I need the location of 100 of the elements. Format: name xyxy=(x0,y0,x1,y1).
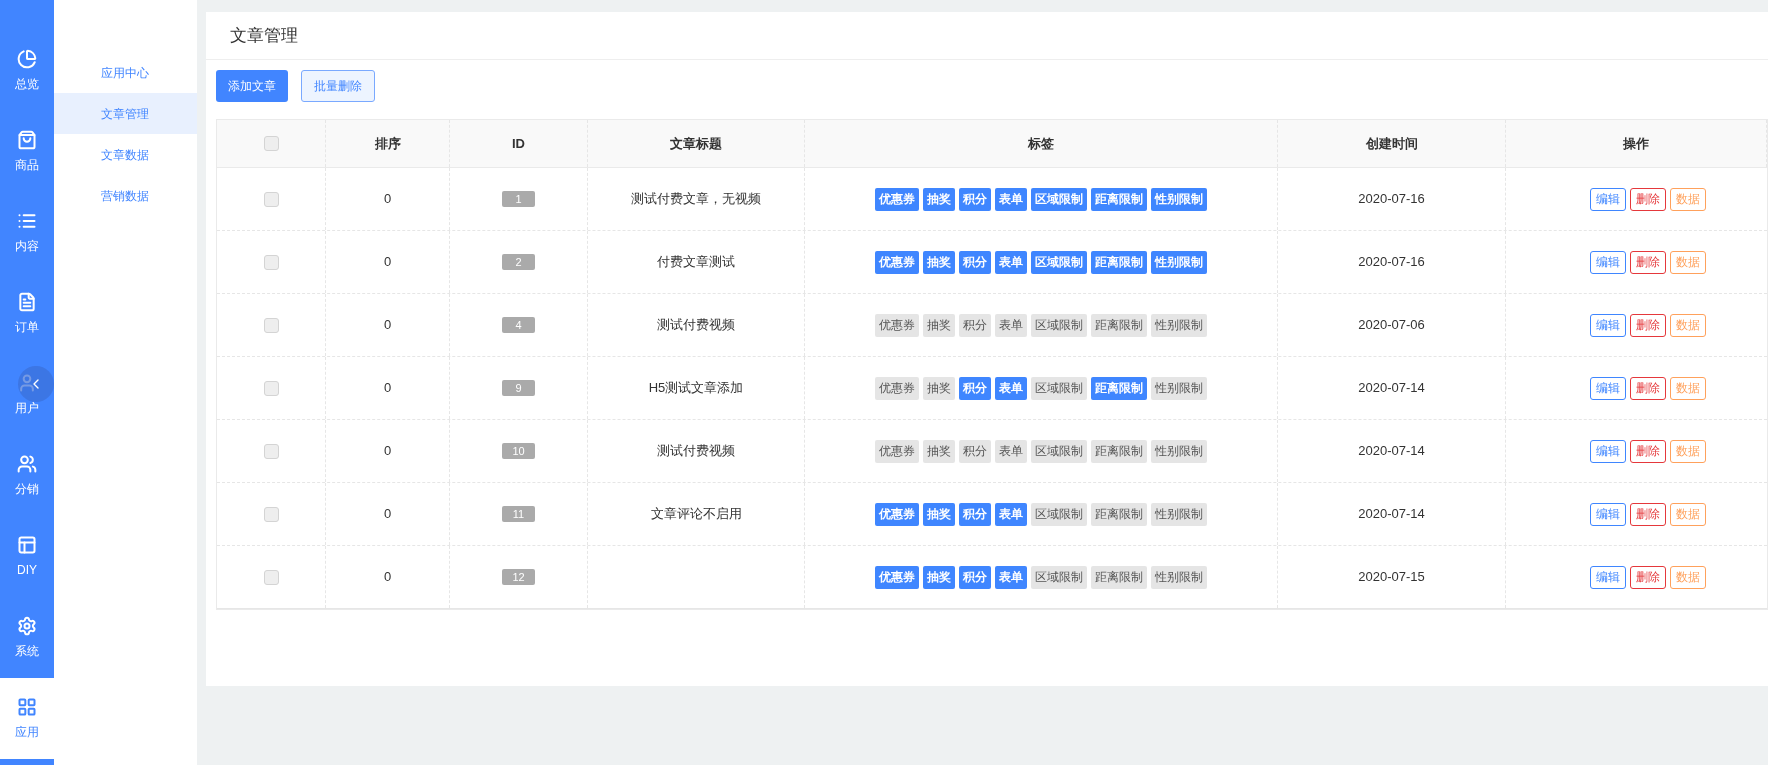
data-button[interactable]: 数据 xyxy=(1669,376,1706,400)
edit-button[interactable]: 编辑 xyxy=(1589,502,1626,526)
tag: 区域限制 xyxy=(1031,439,1087,463)
tag: 表单 xyxy=(995,439,1027,463)
tag: 距离限制 xyxy=(1091,187,1147,211)
checkbox[interactable] xyxy=(263,317,279,333)
tag: 抽奖 xyxy=(923,565,955,589)
edit-button[interactable]: 编辑 xyxy=(1589,313,1626,337)
order-cell-text: 0 xyxy=(383,505,392,524)
checkbox[interactable] xyxy=(263,380,279,396)
title-cell-text: 测试付费文章，无视频 xyxy=(631,190,761,209)
collapse-button[interactable] xyxy=(18,366,54,402)
nav-item[interactable]: 总览 xyxy=(0,30,54,111)
edit-button[interactable]: 编辑 xyxy=(1589,187,1626,211)
tag: 优惠券 xyxy=(875,502,919,526)
title-cell-text: 测试付费视频 xyxy=(657,442,735,461)
submenu-item[interactable]: 文章数据 xyxy=(54,134,197,175)
delete-button[interactable]: 删除 xyxy=(1629,565,1666,589)
tag: 优惠券 xyxy=(875,565,919,589)
order-cell-text: 0 xyxy=(383,442,392,461)
tag: 性别限制 xyxy=(1151,502,1207,526)
tag: 区域限制 xyxy=(1031,565,1087,589)
tag: 积分 xyxy=(959,376,991,400)
tag: 积分 xyxy=(959,502,991,526)
checkbox[interactable] xyxy=(263,254,279,270)
edit-button[interactable]: 编辑 xyxy=(1589,250,1626,274)
id-badge: 2 xyxy=(502,254,535,270)
nav-item[interactable]: 订单 xyxy=(0,273,54,354)
data-button[interactable]: 数据 xyxy=(1669,250,1706,274)
date-cell-text: 2020-07-14 xyxy=(1358,505,1425,524)
checkbox[interactable] xyxy=(263,506,279,522)
tag: 性别限制 xyxy=(1151,250,1207,274)
tag: 距离限制 xyxy=(1091,376,1147,400)
checkbox[interactable] xyxy=(263,191,279,207)
delete-button[interactable]: 删除 xyxy=(1629,439,1666,463)
data-button[interactable]: 数据 xyxy=(1669,502,1706,526)
tag: 性别限制 xyxy=(1151,376,1207,400)
column-header: 排序 xyxy=(374,134,401,153)
date-cell-text: 2020-07-16 xyxy=(1358,190,1425,209)
submenu-item[interactable]: 文章管理 xyxy=(54,93,197,134)
nav-item[interactable]: 系统 xyxy=(0,597,54,678)
tag: 表单 xyxy=(995,187,1027,211)
tag: 性别限制 xyxy=(1151,565,1207,589)
checkbox[interactable] xyxy=(263,443,279,459)
tag: 区域限制 xyxy=(1031,313,1087,337)
tag: 优惠券 xyxy=(875,313,919,337)
tag: 优惠券 xyxy=(875,376,919,400)
delete-button[interactable]: 删除 xyxy=(1629,502,1666,526)
tag: 表单 xyxy=(995,250,1027,274)
tag: 表单 xyxy=(995,376,1027,400)
edit-button[interactable]: 编辑 xyxy=(1589,376,1626,400)
delete-button[interactable]: 删除 xyxy=(1629,376,1666,400)
submenu-item[interactable]: 应用中心 xyxy=(54,52,197,93)
nav-item[interactable]: 分销 xyxy=(0,435,54,516)
tag: 表单 xyxy=(995,565,1027,589)
add-button[interactable]: 添加文章 xyxy=(216,70,288,102)
date-cell-text: 2020-07-06 xyxy=(1358,316,1425,335)
nav-item[interactable]: 内容 xyxy=(0,192,54,273)
id-badge: 11 xyxy=(502,506,535,522)
tag: 区域限制 xyxy=(1031,250,1087,274)
title-cell-text: 付费文章测试 xyxy=(657,253,735,272)
layout-icon xyxy=(17,534,37,555)
tag: 抽奖 xyxy=(923,376,955,400)
tag: 优惠券 xyxy=(875,439,919,463)
title-cell-text: 文章评论不启用 xyxy=(650,505,742,524)
order-cell-text: 0 xyxy=(383,379,392,398)
submenu-item[interactable]: 营销数据 xyxy=(54,175,197,216)
id-badge: 4 xyxy=(502,317,535,333)
tag: 距离限制 xyxy=(1091,439,1147,463)
column-header: 创建时间 xyxy=(1365,134,1418,153)
nav-item[interactable]: 商品 xyxy=(0,111,54,192)
tag: 抽奖 xyxy=(923,187,955,211)
nav-item[interactable]: 应用 xyxy=(0,678,54,759)
edit-button[interactable]: 编辑 xyxy=(1589,565,1626,589)
title-cell-text: H5测试文章添加 xyxy=(648,379,744,398)
date-cell-text: 2020-07-14 xyxy=(1358,379,1425,398)
delete-button[interactable]: 删除 xyxy=(1629,250,1666,274)
tag: 优惠券 xyxy=(875,250,919,274)
checkbox[interactable] xyxy=(263,569,279,585)
tag: 积分 xyxy=(959,565,991,589)
tag: 抽奖 xyxy=(923,250,955,274)
id-badge: 9 xyxy=(502,380,535,396)
delete-button[interactable]: 删除 xyxy=(1629,187,1666,211)
checkbox[interactable] xyxy=(263,136,279,151)
data-button[interactable]: 数据 xyxy=(1669,565,1706,589)
tag: 性别限制 xyxy=(1151,187,1207,211)
data-button[interactable]: 数据 xyxy=(1669,439,1706,463)
tag: 区域限制 xyxy=(1031,187,1087,211)
column-header: 标签 xyxy=(1028,134,1054,153)
tag: 抽奖 xyxy=(923,439,955,463)
data-button[interactable]: 数据 xyxy=(1669,187,1706,211)
date-cell-text: 2020-07-16 xyxy=(1358,253,1425,272)
nav-item[interactable]: DIY xyxy=(0,516,54,597)
data-button[interactable]: 数据 xyxy=(1669,313,1706,337)
tag: 距离限制 xyxy=(1091,250,1147,274)
date-cell-text: 2020-07-15 xyxy=(1358,568,1425,587)
edit-button[interactable]: 编辑 xyxy=(1589,439,1626,463)
batch-delete-button[interactable]: 批量删除 xyxy=(301,70,375,102)
tag: 抽奖 xyxy=(923,502,955,526)
delete-button[interactable]: 删除 xyxy=(1629,313,1666,337)
